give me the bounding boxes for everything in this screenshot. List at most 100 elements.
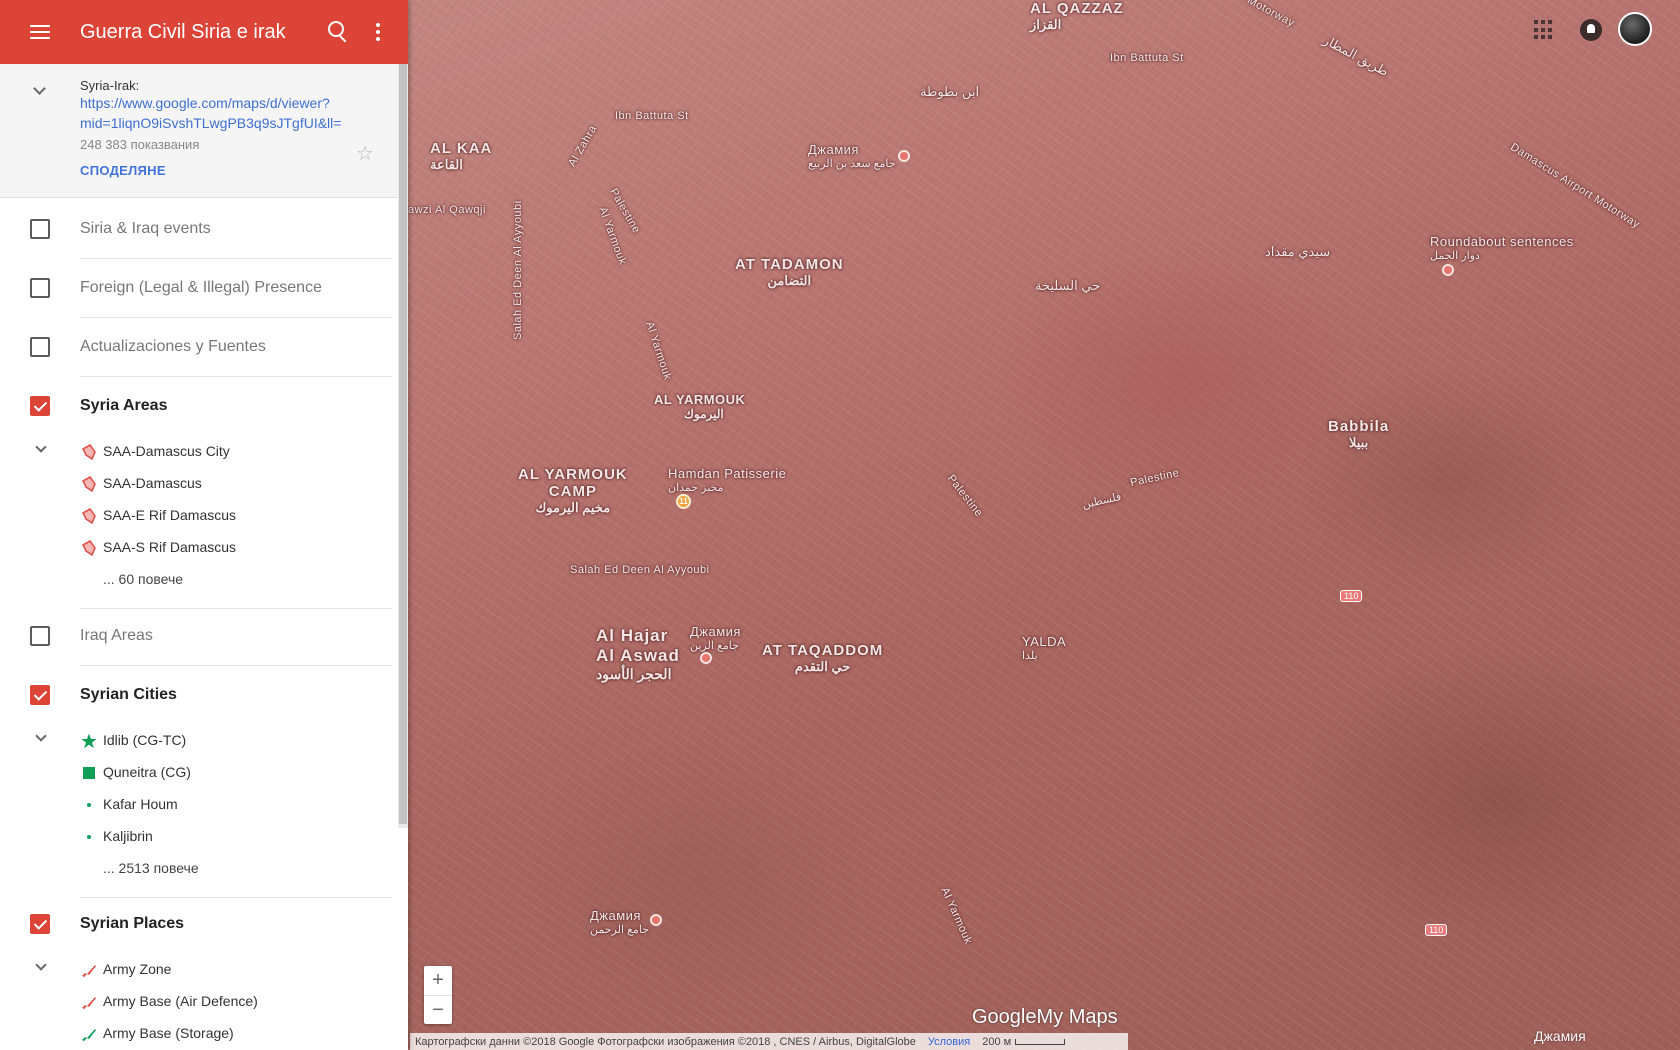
polygon-icon	[81, 444, 97, 460]
restaurant-marker[interactable]: 11	[676, 494, 691, 509]
zoom-controls: + −	[424, 966, 452, 1024]
layer-syrian-cities: Syrian Cities Idlib (CG-TC) Quneitra (CG…	[0, 665, 398, 898]
map-label-palestine-center: Palestine	[944, 472, 985, 520]
map-label-hamdan: Hamdan Patisserie مخبز حمدان	[668, 466, 787, 494]
layer-syrian-places: Syrian Places Army Zone Army Base (Air D…	[0, 894, 398, 1049]
feature-item-saa-damascus[interactable]: SAA-Damascus	[0, 467, 398, 499]
feature-item-saa-e-rif-damascus[interactable]: SAA-E Rif Damascus	[0, 499, 398, 531]
collapse-chevron-icon[interactable]	[35, 441, 47, 453]
layer-iraq-areas: Iraq Areas	[0, 606, 398, 666]
layer-name[interactable]: Syria Areas	[80, 397, 167, 415]
my-maps-viewer: AL QAZZAZ القزاز Ibn Battuta St Ibn Battu…	[0, 0, 1680, 1050]
map-label-al-hajar: Al Hajar Al Aswad الحجر الأسود	[596, 626, 680, 682]
attribution-text: Картографски данни ©2018 Google Фотограф…	[415, 1035, 916, 1048]
layer-checkbox-actualizaciones[interactable]	[30, 336, 50, 357]
zoom-out-button[interactable]: −	[424, 995, 452, 1024]
layer-foreign-presence: Foreign (Legal & Illegal) Presence	[0, 258, 398, 318]
map-label-damascus-airport: Damascus Airport Motorway	[1508, 141, 1642, 231]
sidebar-header: Guerra Civil Siria e irak	[0, 0, 408, 64]
description-link-line1[interactable]: https://www.google.com/maps/d/viewer?	[80, 93, 342, 113]
map-label-at-tadamon: AT TADAMON التضامن	[735, 256, 844, 288]
square-icon	[81, 765, 97, 781]
map-label-mosque-north: Джамия جامع سعد بن الربيع	[808, 142, 896, 170]
map-label-yarmouk-south: Al Yarmouk	[938, 885, 975, 947]
google-my-maps-logo: GoogleMy Maps	[972, 1006, 1118, 1028]
apps-grid-icon[interactable]	[1534, 20, 1554, 40]
show-more-link[interactable]: ... 2513 повече	[0, 852, 398, 884]
star-icon	[81, 733, 97, 749]
layer-name[interactable]: Iraq Areas	[80, 627, 153, 645]
collapse-info-chevron-icon[interactable]	[33, 82, 46, 95]
map-label-mosque-south: Джамия جامع الرحمن	[590, 908, 649, 936]
notifications-icon[interactable]	[1580, 19, 1602, 41]
rifle-icon	[81, 1026, 97, 1042]
map-label-ibn-battuta-ar: ابن بطوطة	[920, 84, 980, 99]
map-label-yalda: YALDA يلدا	[1022, 634, 1067, 662]
map-label-al-kaa: AL KAA القاعة	[430, 140, 493, 172]
map-title: Guerra Civil Siria e irak	[80, 20, 286, 43]
feature-item-kafar-houm[interactable]: Kafar Houm	[0, 788, 398, 820]
map-label-ibn-battuta-east: Ibn Battuta St	[1110, 52, 1184, 64]
polygon-icon	[81, 508, 97, 524]
layer-actualizaciones: Actualizaciones y Fuentes	[0, 317, 398, 377]
layer-name[interactable]: Syrian Cities	[80, 686, 177, 704]
road-shield-110-south: 110	[1425, 924, 1448, 936]
layer-checkbox-syrian-places[interactable]	[30, 913, 50, 934]
description-title: Syria-Irak:	[80, 78, 140, 93]
layer-checkbox-syria-areas[interactable]	[30, 395, 50, 416]
map-label-jawzi: awzi Al Qawqji	[408, 204, 486, 216]
feature-item-quneitra[interactable]: Quneitra (CG)	[0, 756, 398, 788]
show-more-link[interactable]: ... 60 повече	[0, 563, 398, 595]
map-info-panel: Syria-Irak: https://www.google.com/maps/…	[0, 64, 408, 198]
search-icon[interactable]	[328, 21, 350, 43]
dot-icon	[81, 829, 97, 845]
feature-item-saa-s-rif-damascus[interactable]: SAA-S Rif Damascus	[0, 531, 398, 563]
collapse-chevron-icon[interactable]	[35, 959, 47, 971]
account-avatar[interactable]	[1618, 12, 1652, 46]
map-label-al-qazzaz: AL QAZZAZ القزاز	[1030, 0, 1124, 32]
map-label-at-taqaddom: AT TAQADDOM حي التقدم	[762, 642, 884, 674]
map-label-al-yarmouk: AL YARMOUK اليرموك	[654, 392, 746, 421]
map-label-yarmouk-camp: AL YARMOUK CAMP مخيم اليرموك	[518, 466, 628, 515]
map-label-airport-road: طريق المطار	[1320, 32, 1392, 79]
more-options-icon[interactable]	[376, 23, 380, 41]
layer-name[interactable]: Foreign (Legal & Illegal) Presence	[80, 279, 322, 297]
layer-checkbox-foreign-presence[interactable]	[30, 277, 50, 298]
layer-checkbox-siria-iraq-events[interactable]	[30, 218, 50, 239]
rifle-icon	[81, 994, 97, 1010]
map-label-yarmouk-west: Al Yarmouk	[643, 320, 674, 382]
map-label-motorway: Motorway	[1245, 0, 1297, 30]
polygon-icon	[81, 540, 97, 556]
dot-icon	[81, 797, 97, 813]
map-label-al-zahra: Al Zahra	[566, 123, 600, 169]
feature-item-kaljibrin[interactable]: Kaljibrin	[0, 820, 398, 852]
menu-icon[interactable]	[0, 25, 80, 39]
mosque-marker-north[interactable]	[898, 150, 910, 162]
terms-link[interactable]: Условия	[928, 1036, 970, 1048]
layer-name[interactable]: Syrian Places	[80, 915, 184, 933]
feature-item-saa-damascus-city[interactable]: SAA-Damascus City	[0, 435, 398, 467]
mosque-marker-center[interactable]	[700, 652, 712, 664]
feature-item-army-base-storage[interactable]: Army Base (Storage)	[0, 1017, 398, 1049]
layer-siria-iraq-events: Siria & Iraq events	[0, 199, 398, 259]
scale-indicator[interactable]: 200 м	[982, 1036, 1066, 1048]
map-label-salah-ed-deen-north: Salah Ed Deen Al Ayyoubi	[512, 200, 524, 340]
feature-item-army-zone[interactable]: Army Zone	[0, 953, 398, 985]
layer-syria-areas: Syria Areas SAA-Damascus City SAA-Damasc…	[0, 376, 398, 609]
feature-item-army-base-air-defence[interactable]: Army Base (Air Defence)	[0, 985, 398, 1017]
roundabout-marker[interactable]	[1442, 264, 1454, 276]
description-link-line2[interactable]: mid=1liqnO9iSvshTLwgPB3q9sJTgfUI&ll=3	[80, 113, 342, 133]
layer-name[interactable]: Actualizaciones y Fuentes	[80, 338, 266, 356]
feature-item-idlib[interactable]: Idlib (CG-TC)	[0, 724, 398, 756]
star-icon[interactable]: ☆	[356, 141, 374, 166]
layer-checkbox-syrian-cities[interactable]	[30, 684, 50, 705]
layer-checkbox-iraq-areas[interactable]	[30, 625, 50, 646]
zoom-in-button[interactable]: +	[424, 966, 452, 995]
map-label-salah-ed-deen-south: Salah Ed Deen Al Ayyoubi	[570, 564, 710, 576]
map-label-miqdad: سيدي مقداد	[1265, 244, 1331, 259]
sidebar-scrollbar-thumb[interactable]	[399, 64, 407, 824]
layer-name[interactable]: Siria & Iraq events	[80, 220, 211, 238]
map-label-ibn-battuta-west: Ibn Battuta St	[615, 110, 689, 122]
collapse-chevron-icon[interactable]	[35, 730, 47, 742]
mosque-marker-south[interactable]	[650, 914, 662, 926]
